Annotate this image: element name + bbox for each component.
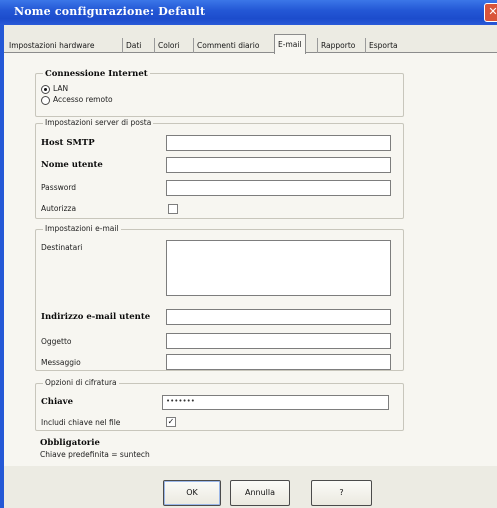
password-label: Password — [41, 183, 77, 192]
authorize-checkbox[interactable] — [168, 204, 178, 214]
cancel-button[interactable]: Annulla — [230, 480, 290, 506]
key-field[interactable]: ••••••• — [162, 395, 389, 410]
password-field[interactable] — [166, 180, 391, 196]
authorize-label: Autorizza — [41, 204, 77, 213]
tab-email[interactable]: E-mail — [274, 34, 306, 54]
subject-label: Oggetto — [41, 337, 72, 346]
tab-diary-comments[interactable]: Commenti diario — [193, 38, 259, 53]
configuration-dialog: Nome configurazione: Default ✕ Connessio… — [0, 0, 497, 508]
tab-hardware-settings[interactable]: Impostazioni hardware — [6, 38, 94, 53]
tab-export[interactable]: Esporta — [365, 38, 398, 53]
recipients-label: Destinatari — [41, 243, 83, 252]
subject-field[interactable] — [166, 333, 391, 349]
connection-group: Connessione Internet LAN Accesso remoto — [35, 69, 404, 117]
email-settings-legend: Impostazioni e-mail — [43, 224, 121, 233]
lan-radio-label[interactable]: LAN — [53, 84, 68, 93]
default-key-note: Chiave predefinita = suntech — [40, 450, 150, 459]
username-field[interactable] — [166, 157, 391, 173]
include-key-checkbox[interactable]: ✓ — [166, 417, 176, 427]
message-field[interactable] — [166, 354, 391, 370]
key-label: Chiave — [41, 397, 74, 407]
tab-colors[interactable]: Colori — [154, 38, 180, 53]
mail-server-group: Impostazioni server di posta Host SMTP N… — [35, 118, 404, 219]
tab-panel-email: Connessione Internet LAN Accesso remoto … — [4, 52, 497, 466]
tab-report[interactable]: Rapporto — [317, 38, 355, 53]
remote-access-radio-label[interactable]: Accesso remoto — [53, 95, 113, 104]
close-button[interactable]: ✕ — [484, 3, 497, 22]
required-heading: Obbligatorie — [40, 438, 100, 448]
ok-button[interactable]: OK — [163, 480, 221, 506]
close-icon: ✕ — [488, 5, 497, 18]
window-title: Nome configurazione: Default — [14, 5, 206, 18]
user-email-field[interactable] — [166, 309, 391, 325]
user-email-label: Indirizzo e-mail utente — [41, 312, 151, 322]
message-label: Messaggio — [41, 358, 81, 367]
mail-server-legend: Impostazioni server di posta — [43, 118, 154, 127]
smtp-host-label: Host SMTP — [41, 138, 95, 148]
encryption-group: Opzioni di cifratura Chiave ••••••• Incl… — [35, 378, 404, 431]
title-bar[interactable]: Nome configurazione: Default — [0, 0, 497, 25]
remote-access-radio[interactable] — [41, 96, 50, 105]
username-label: Nome utente — [41, 160, 103, 170]
tab-data[interactable]: Dati — [122, 38, 141, 53]
connection-heading: Connessione Internet — [43, 69, 150, 79]
email-settings-group: Impostazioni e-mail Destinatari Indirizz… — [35, 224, 404, 371]
lan-radio[interactable] — [41, 85, 50, 94]
help-button[interactable]: ? — [311, 480, 372, 506]
smtp-host-field[interactable] — [166, 135, 391, 151]
encryption-legend: Opzioni di cifratura — [43, 378, 119, 387]
include-key-label: Includi chiave nel file — [41, 418, 121, 427]
checkmark-icon: ✓ — [167, 417, 175, 426]
recipients-field[interactable] — [166, 240, 391, 296]
